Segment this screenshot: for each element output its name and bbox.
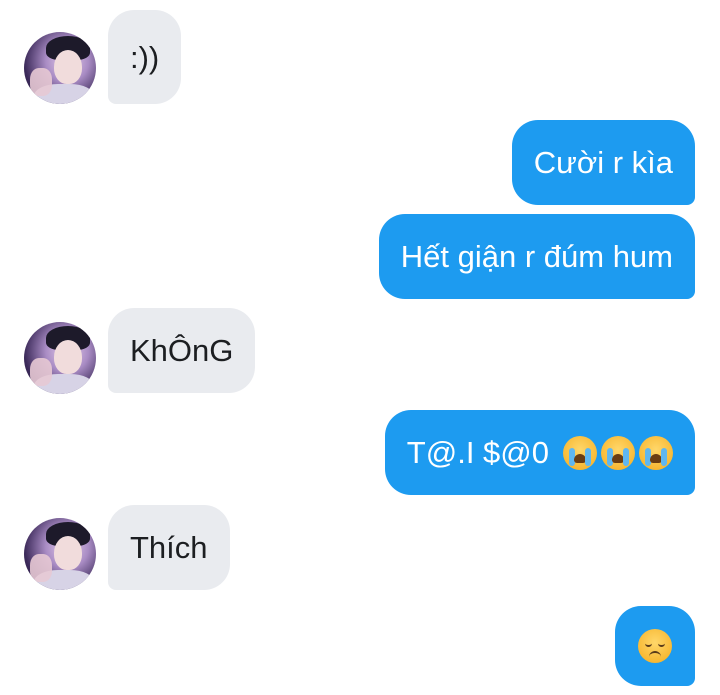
message-text: KhÔnG [130, 333, 234, 368]
contact-avatar[interactable] [24, 32, 96, 104]
contact-avatar[interactable] [24, 322, 96, 394]
outgoing-message-bubble[interactable]: Cười r kìa [511, 120, 695, 205]
incoming-message-bubble[interactable]: KhÔnG [108, 308, 256, 393]
outgoing-message-bubble[interactable]: T@.I $@0 [384, 410, 695, 495]
incoming-message-bubble[interactable]: Thích [108, 505, 230, 590]
message-text: Hết giận r đúm hum [400, 239, 673, 274]
contact-avatar[interactable] [24, 518, 96, 590]
message-text: T@.I $@0 [406, 435, 549, 470]
incoming-message-bubble[interactable]: :)) [108, 10, 182, 104]
disappointed-face-icon [638, 629, 672, 663]
message-text: Cười r kìa [533, 145, 673, 180]
outgoing-message-bubble[interactable] [615, 606, 695, 686]
outgoing-message-bubble[interactable]: Hết giận r đúm hum [378, 214, 695, 299]
chat-thread: :)) Cười r kìa Hết giận r đúm hum KhÔnG … [0, 0, 720, 695]
message-text: :)) [130, 39, 160, 75]
loudly-crying-face-icon [563, 435, 597, 470]
loudly-crying-face-icon [601, 435, 635, 470]
message-text: Thích [130, 530, 208, 565]
loudly-crying-face-icon [639, 435, 673, 470]
